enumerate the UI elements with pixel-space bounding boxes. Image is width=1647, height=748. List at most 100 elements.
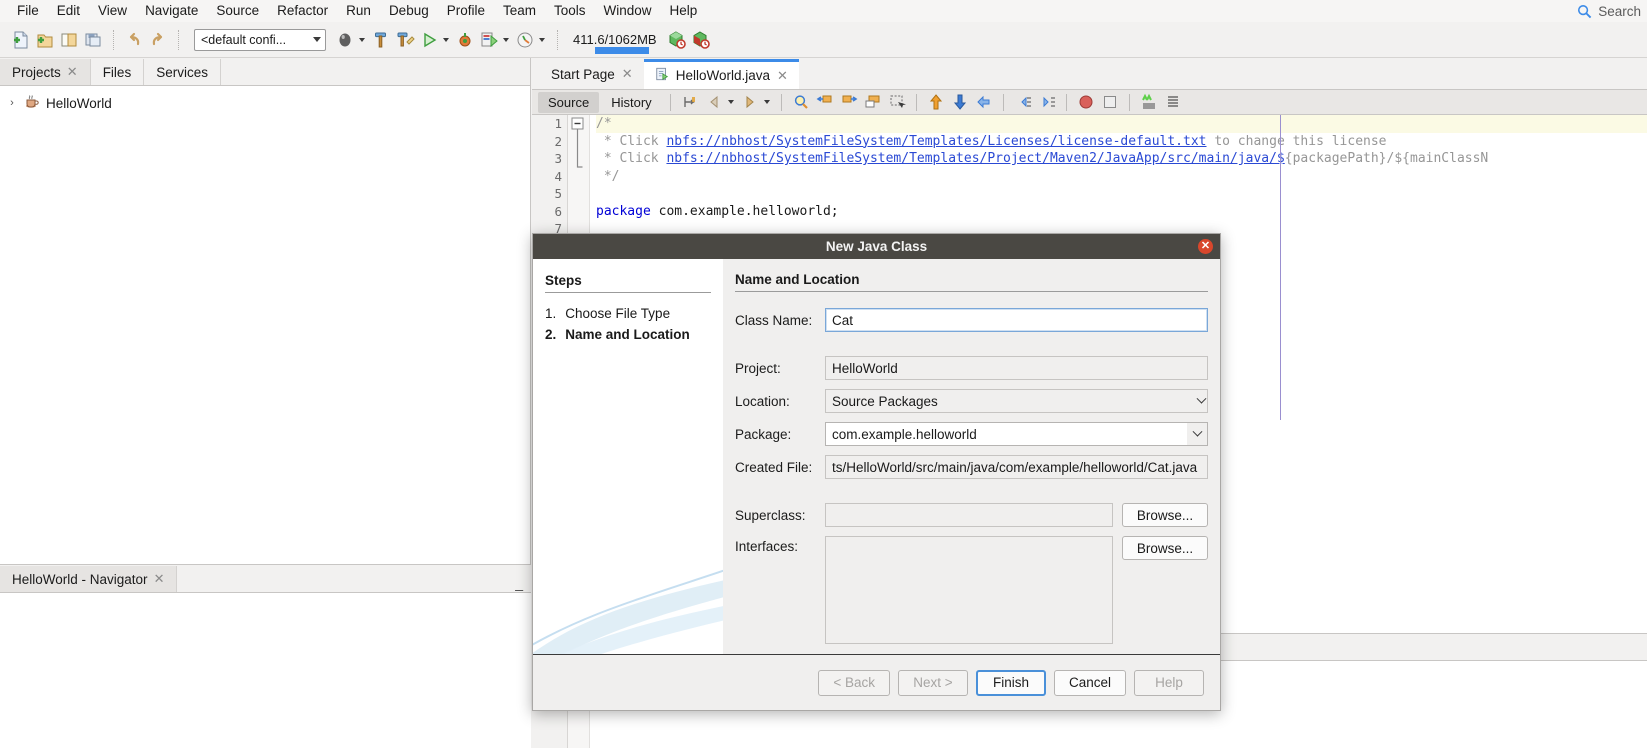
global-search[interactable]: Search [1577,0,1647,22]
previous-error-icon[interactable] [925,91,947,113]
menu-item-view[interactable]: View [89,0,136,22]
code-line: */ [596,168,1647,186]
hammer-icon[interactable] [370,29,392,51]
stop-macro-icon[interactable] [1099,91,1121,113]
menu-item-source[interactable]: Source [207,0,268,22]
chevron-down-icon-forward[interactable] [763,100,770,104]
gc-meter-icon[interactable] [514,29,536,51]
redo-arrow-icon[interactable] [147,29,169,51]
forward-icon[interactable] [739,91,761,113]
steps-heading: Steps [545,273,582,288]
interfaces-browse-button[interactable]: Browse... [1122,536,1208,560]
menu-item-run[interactable]: Run [337,0,380,22]
menu-item-navigate[interactable]: Navigate [136,0,207,22]
inspect-icon[interactable] [1138,91,1160,113]
menu-item-team[interactable]: Team [494,0,545,22]
chevron-right-icon[interactable]: › [6,97,18,109]
shift-left-icon[interactable] [1012,91,1034,113]
chevron-down-icon-run[interactable] [443,37,449,42]
menu-item-edit[interactable]: Edit [48,0,89,22]
tab-services[interactable]: Services [144,59,221,85]
tab-projects[interactable]: Projects ✕ [0,59,91,85]
row-created-file: Created File: ts/HelloWorld/src/main/jav… [735,455,1208,479]
new-file-icon[interactable] [10,29,32,51]
notification-alt-icon[interactable] [689,29,711,51]
menu-item-help[interactable]: Help [661,0,707,22]
next-button[interactable]: Next > [897,669,968,696]
menu-bar: File Edit View Navigate Source Refactor … [0,0,1647,22]
navigator-panel: HelloWorld - Navigator ✕ _ [0,564,531,748]
stop-record-icon[interactable] [1075,91,1097,113]
save-all-icon[interactable] [82,29,104,51]
tab-start-page[interactable]: Start Page ✕ [540,59,644,89]
close-icon[interactable]: ✕ [622,66,633,82]
close-icon[interactable]: ✕ [154,571,165,587]
tab-helloworld-java[interactable]: HelloWorld.java ✕ [643,59,799,89]
tab-services-label: Services [156,64,208,80]
chevron-down-icon-back[interactable] [727,100,734,104]
chevron-down-icon-debug[interactable] [359,37,365,42]
subtab-source[interactable]: Source [538,91,600,113]
chevron-down-icon-profile[interactable] [503,37,509,42]
run-play-icon[interactable] [418,29,440,51]
menu-item-window[interactable]: Window [595,0,661,22]
undo-arrow-icon[interactable] [123,29,145,51]
superclass-input[interactable] [825,503,1113,527]
open-project-icon[interactable] [58,29,80,51]
debug-project-icon[interactable] [334,29,356,51]
code-link[interactable]: nbfs://nbhost/SystemFileSystem/Templates… [666,151,1284,166]
close-icon[interactable]: ✕ [1198,239,1213,254]
line-number: 2 [554,133,562,149]
menu-item-file[interactable]: File [8,0,48,22]
step-number: 2. [545,327,557,342]
help-button[interactable]: Help [1134,669,1204,696]
toggle-rectangular-selection-icon[interactable] [886,91,908,113]
finish-button[interactable]: Finish [975,669,1046,696]
shift-right-icon[interactable] [1036,91,1058,113]
subtab-history[interactable]: History [601,92,661,113]
interfaces-list[interactable] [825,536,1113,644]
next-bookmark-icon[interactable] [838,91,860,113]
toggle-bookmark-icon[interactable] [862,91,884,113]
shift-line-icon[interactable] [973,91,995,113]
cancel-button[interactable]: Cancel [1053,669,1126,696]
code-line: package com.example.helloworld; [596,203,1647,221]
projects-tabstrip: Projects ✕ Files Services [0,58,530,86]
code-link[interactable]: nbfs://nbhost/SystemFileSystem/Templates… [666,134,1206,149]
next-error-icon[interactable] [949,91,971,113]
comment-icon[interactable] [1162,91,1184,113]
line-number: 6 [554,203,562,219]
project-configuration-select[interactable]: <default confi... [194,28,326,51]
chevron-down-icon [1196,393,1207,404]
clean-build-icon[interactable] [394,29,416,51]
menu-item-profile[interactable]: Profile [438,0,494,22]
menu-item-tools[interactable]: Tools [545,0,595,22]
new-project-icon[interactable] [34,29,56,51]
back-icon[interactable] [703,91,725,113]
tab-navigator[interactable]: HelloWorld - Navigator ✕ [0,566,178,592]
close-icon[interactable]: ✕ [67,64,78,80]
location-select[interactable]: Source Packages [825,389,1208,413]
tab-files[interactable]: Files [91,59,145,85]
back-button[interactable]: < Back [818,669,890,696]
notification-icon[interactable] [665,29,687,51]
memory-usage-bar [595,47,649,54]
chevron-down-icon-gc[interactable] [539,37,545,42]
search-input[interactable]: Search [1598,4,1641,19]
superclass-browse-button[interactable]: Browse... [1122,503,1208,527]
memory-indicator[interactable]: 411.6/1062MB [573,32,657,54]
debug-bug-icon[interactable] [454,29,476,51]
tree-node-helloworld[interactable]: › HelloWorld [0,92,530,114]
menu-item-debug[interactable]: Debug [380,0,438,22]
profile-icon[interactable] [478,29,500,51]
last-edit-icon[interactable] [679,91,701,113]
menu-item-refactor[interactable]: Refactor [268,0,337,22]
editor-toolbar-separator-5 [1065,93,1067,111]
package-dropdown-button[interactable] [1187,422,1208,446]
previous-bookmark-icon[interactable] [814,91,836,113]
close-icon[interactable]: ✕ [777,68,788,84]
find-selection-icon[interactable] [790,91,812,113]
package-combo-input[interactable]: com.example.helloworld [825,422,1187,446]
class-name-input[interactable]: Cat [825,308,1208,332]
minimize-icon[interactable]: _ [515,576,523,590]
